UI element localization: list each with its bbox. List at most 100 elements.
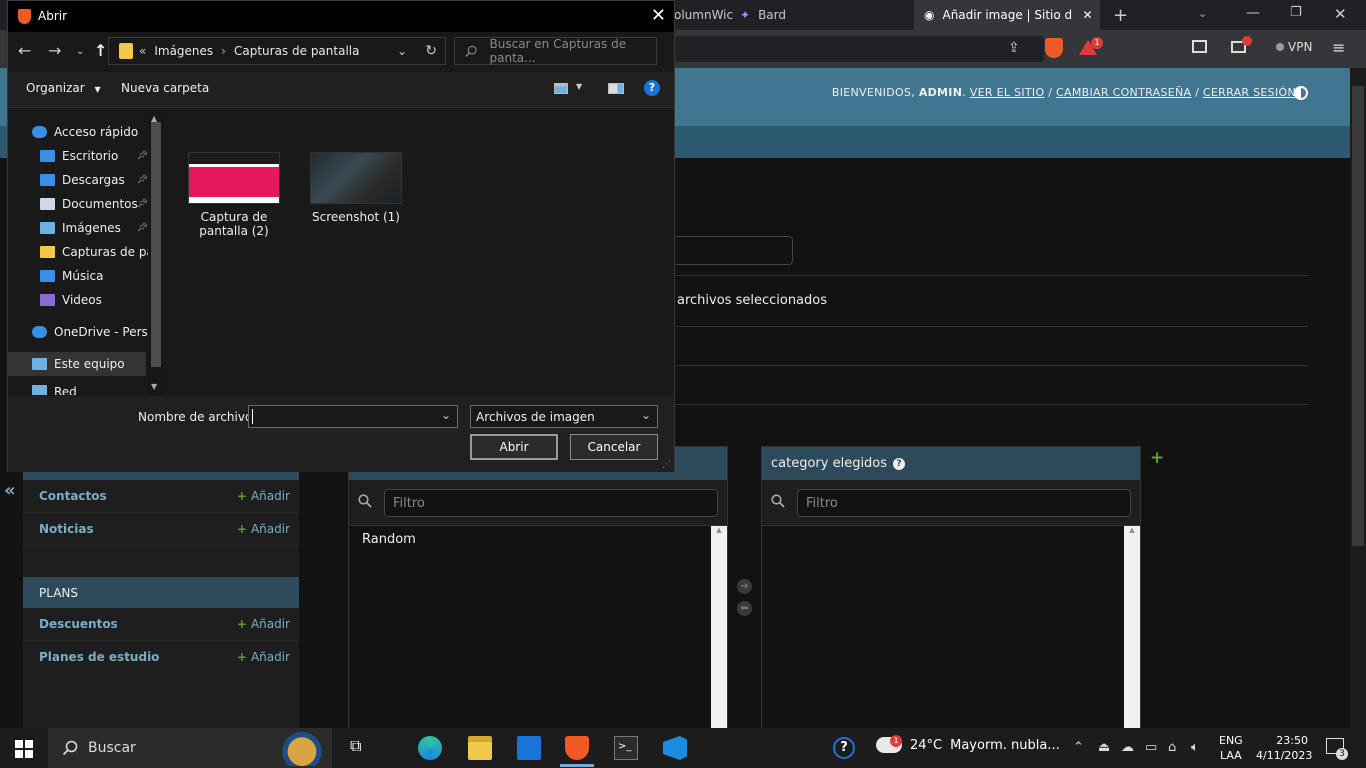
nav-item[interactable]: Imágenes 📌︎ — [40, 217, 148, 239]
language-indicator[interactable]: ENG LAA — [1219, 733, 1243, 763]
recent-chevron-icon[interactable]: ⌄ — [76, 46, 84, 57]
add-related-icon[interactable]: + — [1150, 448, 1164, 468]
chevron-down-icon[interactable]: ⌄ — [397, 44, 407, 58]
chosen-options-list[interactable]: ▲ — [762, 526, 1140, 729]
path-segment[interactable]: Imágenes — [154, 44, 213, 58]
windows-start-icon[interactable] — [15, 740, 33, 758]
logout-link[interactable]: CERRAR SESIÓN — [1203, 86, 1296, 99]
network-icon[interactable]: ⌂ — [1168, 740, 1176, 755]
nav-item[interactable]: OneDrive - Perso — [32, 321, 150, 343]
view-options-icon[interactable] — [554, 83, 568, 94]
nav-item[interactable]: Escritorio 📌︎ — [40, 145, 148, 167]
list-scrollbar[interactable]: ▲ — [711, 526, 727, 729]
scroll-down-icon[interactable]: ▼ — [151, 382, 157, 391]
help-icon[interactable]: ? — [893, 457, 906, 470]
theme-toggle-icon[interactable] — [1294, 86, 1308, 100]
nav-item[interactable]: Música — [40, 265, 158, 287]
usb-icon[interactable]: ⏏ — [1098, 740, 1110, 755]
add-link[interactable]: + Añadir — [237, 650, 290, 664]
new-folder-button[interactable]: Nueva carpeta — [121, 81, 209, 95]
filter-input[interactable]: Filtro — [384, 489, 718, 517]
pin-icon[interactable]: 📌︎ — [137, 151, 148, 161]
chevron-up-icon[interactable]: ⌃ — [1073, 740, 1084, 755]
search-box[interactable]: Buscar en Capturas de panta... — [454, 37, 657, 65]
filetype-select[interactable]: Archivos de imagen ⌄ — [470, 405, 658, 428]
sidebar-collapse-button[interactable]: « — [4, 480, 16, 501]
model-link[interactable]: Descuentos — [39, 617, 118, 631]
nav-item[interactable]: Capturas de pan — [40, 241, 158, 263]
nav-item[interactable]: Red — [32, 385, 150, 395]
page-scrollbar-thumb[interactable] — [1352, 86, 1364, 546]
sidebar-toggle-icon[interactable] — [1192, 40, 1207, 53]
volume-icon[interactable]: 🔈︎ — [1191, 740, 1199, 755]
minimize-icon[interactable]: — — [1246, 5, 1260, 21]
forward-arrow-icon[interactable]: → — [48, 41, 61, 60]
model-link[interactable]: Contactos — [39, 489, 107, 503]
remove-arrow-icon[interactable]: ⬅ — [737, 601, 752, 616]
help-icon[interactable]: ? — [644, 80, 660, 96]
onedrive-icon[interactable]: ☁ — [1121, 740, 1134, 755]
organize-button[interactable]: Organizar ▼ — [26, 81, 101, 95]
weather-widget[interactable]: 1 24°C Mayorm. nubla... — [876, 735, 1060, 753]
taskbar-search[interactable]: Buscar — [48, 728, 332, 768]
back-arrow-icon[interactable]: ← — [18, 41, 31, 60]
name-input[interactable] — [676, 236, 793, 265]
new-tab-button[interactable]: + — [1113, 5, 1128, 26]
preview-pane-icon[interactable] — [608, 83, 624, 94]
nav-item[interactable]: Este equipo — [32, 353, 150, 375]
terminal-icon[interactable]: >_ — [614, 736, 638, 760]
close-icon[interactable]: ✕ — [651, 5, 666, 26]
refresh-icon[interactable]: ↻ — [425, 43, 437, 59]
nav-scrollbar-thumb[interactable] — [151, 122, 161, 367]
browser-tab[interactable]: olumnWic — [674, 0, 733, 30]
resize-grip-icon[interactable]: ⋰ — [662, 460, 671, 470]
pin-icon[interactable]: 📌︎ — [137, 175, 148, 185]
open-button[interactable]: Abrir — [470, 434, 558, 460]
file-item[interactable]: Captura de pantalla (2) — [184, 152, 284, 238]
nav-item[interactable]: Documentos 📌︎ — [40, 193, 148, 215]
vpn-button[interactable]: VPN — [1276, 40, 1312, 54]
sidebar-section-plans[interactable]: PLANS — [23, 577, 299, 608]
view-site-link[interactable]: VER EL SITIO — [970, 86, 1045, 99]
list-scrollbar[interactable]: ▲ — [1124, 526, 1140, 729]
add-link[interactable]: + Añadir — [237, 522, 290, 536]
cancel-button[interactable]: Cancelar — [570, 434, 658, 460]
brave-shield-icon[interactable] — [1045, 38, 1063, 58]
path-bar[interactable]: « Imágenes › Capturas de pantalla ⌄ ↻ — [108, 37, 446, 65]
add-link[interactable]: + Añadir — [237, 489, 290, 503]
help-tray-icon[interactable]: ? — [833, 737, 855, 759]
clock[interactable]: 23:50 4/11/2023 — [1256, 733, 1312, 763]
path-segment[interactable]: Capturas de pantalla — [234, 44, 359, 58]
path-overflow[interactable]: « — [139, 44, 146, 58]
add-link[interactable]: + Añadir — [237, 617, 290, 631]
share-icon[interactable]: ⇪ — [1008, 40, 1020, 56]
brave-icon[interactable] — [565, 736, 589, 760]
browser-tab-bard[interactable]: ✦ Bard — [740, 0, 900, 30]
view-dropdown-icon[interactable]: ▼ — [576, 82, 582, 91]
file-item[interactable]: Screenshot (1) — [306, 152, 406, 224]
nav-item[interactable]: Videos — [40, 289, 158, 311]
task-view-icon[interactable]: ⧉ — [350, 736, 374, 760]
pin-icon[interactable]: 📌︎ — [137, 199, 148, 209]
scroll-up-icon[interactable]: ▲ — [151, 114, 157, 123]
filter-input[interactable]: Filtro — [797, 489, 1131, 517]
address-bar[interactable] — [674, 36, 1044, 62]
file-explorer-icon[interactable] — [468, 736, 492, 760]
tab-search-icon[interactable]: ⌄ — [1198, 7, 1207, 20]
model-link[interactable]: Noticias — [39, 522, 94, 536]
chevron-down-icon[interactable]: ⌄ — [441, 408, 451, 422]
change-password-link[interactable]: CAMBIAR CONTRASEÑA — [1056, 86, 1191, 99]
up-arrow-icon[interactable]: ↑ — [94, 41, 107, 60]
choose-arrow-icon[interactable]: ➜ — [737, 579, 752, 594]
nav-item[interactable]: Descargas 📌︎ — [40, 169, 148, 191]
filename-input[interactable]: ⌄ — [248, 405, 458, 428]
menu-icon[interactable]: ≡ — [1332, 38, 1345, 57]
nav-item[interactable]: Acceso rápido — [32, 121, 150, 143]
available-options-list[interactable]: Random ▲ — [349, 526, 727, 729]
model-link[interactable]: Planes de estudio — [39, 650, 159, 664]
mail-icon[interactable] — [517, 736, 541, 760]
battery-icon[interactable]: ▭ — [1145, 740, 1157, 755]
close-tab-icon[interactable]: ✕ — [1082, 8, 1092, 22]
pin-icon[interactable]: 📌︎ — [137, 223, 148, 233]
browser-tab-active[interactable]: ◉ Añadir image | Sitio de ✕ — [914, 0, 1100, 30]
